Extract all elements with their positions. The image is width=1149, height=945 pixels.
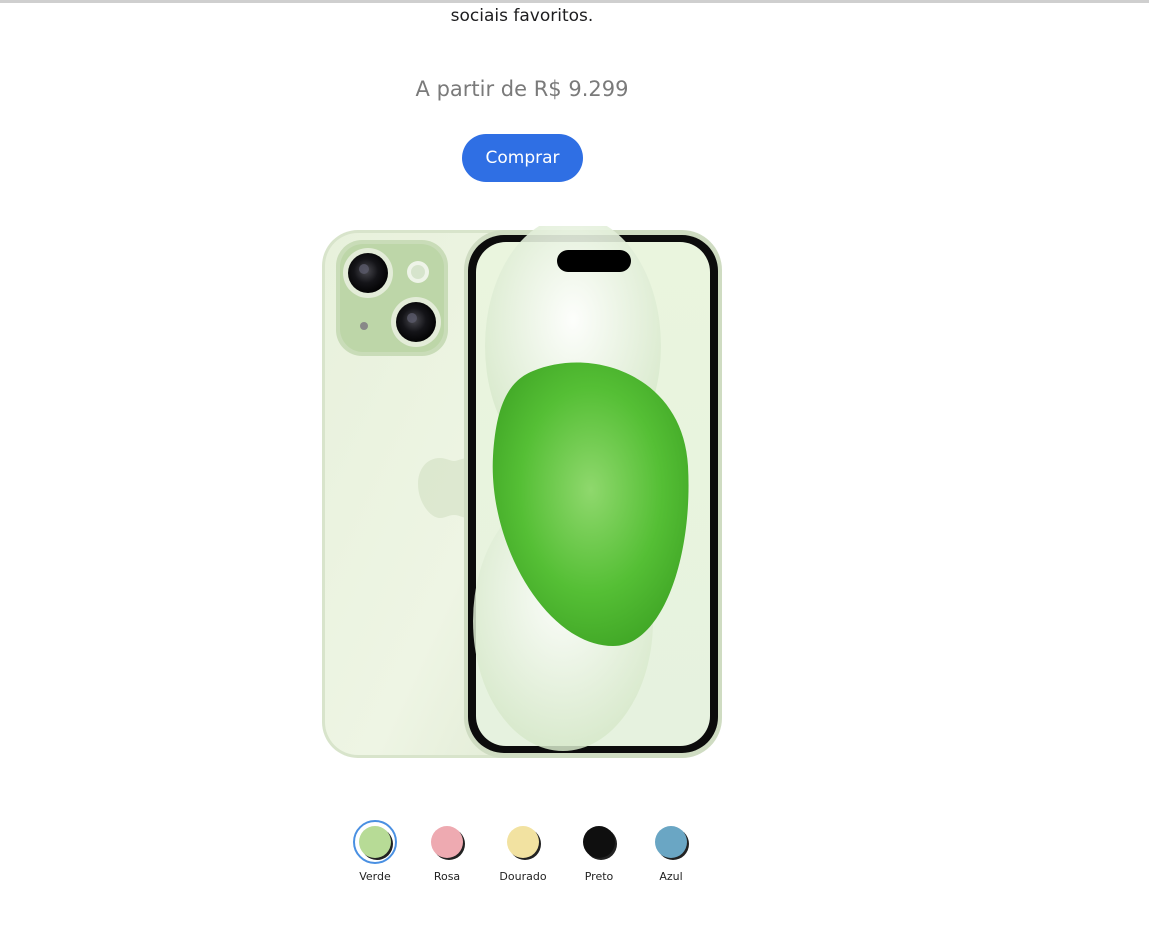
- swatch-dot: [359, 826, 391, 858]
- swatch-dot: [507, 826, 539, 858]
- swatch-label: Preto: [584, 870, 614, 883]
- swatch-ring: [649, 820, 693, 864]
- color-swatch-dourado[interactable]: Dourado: [488, 820, 558, 890]
- swatch-dot: [655, 826, 687, 858]
- swatch-label: Verde: [359, 870, 391, 883]
- swatch-ring: [501, 820, 545, 864]
- swatch-label: Dourado: [499, 870, 547, 883]
- swatch-label: Rosa: [433, 870, 461, 883]
- color-swatch-verde[interactable]: Verde: [340, 820, 410, 890]
- color-swatch-preto[interactable]: Preto: [564, 820, 634, 890]
- color-swatch-rosa[interactable]: Rosa: [412, 820, 482, 890]
- product-page: sociais favoritos. A partir de R$ 9.299 …: [0, 0, 1149, 945]
- product-description: sociais favoritos.: [450, 6, 594, 26]
- swatch-ring: [425, 820, 469, 864]
- swatch-label: Azul: [659, 870, 683, 883]
- top-divider: [0, 0, 1149, 3]
- swatch-dot: [431, 826, 463, 858]
- color-options: Verde Rosa Dourado Preto Azul: [340, 820, 710, 900]
- swatch-ring: [353, 820, 397, 864]
- buy-button[interactable]: Comprar: [462, 134, 583, 182]
- product-price: A partir de R$ 9.299: [415, 77, 629, 101]
- phone-image: [318, 216, 728, 766]
- color-swatch-azul[interactable]: Azul: [636, 820, 706, 890]
- swatch-dot: [583, 826, 615, 858]
- swatch-ring: [577, 820, 621, 864]
